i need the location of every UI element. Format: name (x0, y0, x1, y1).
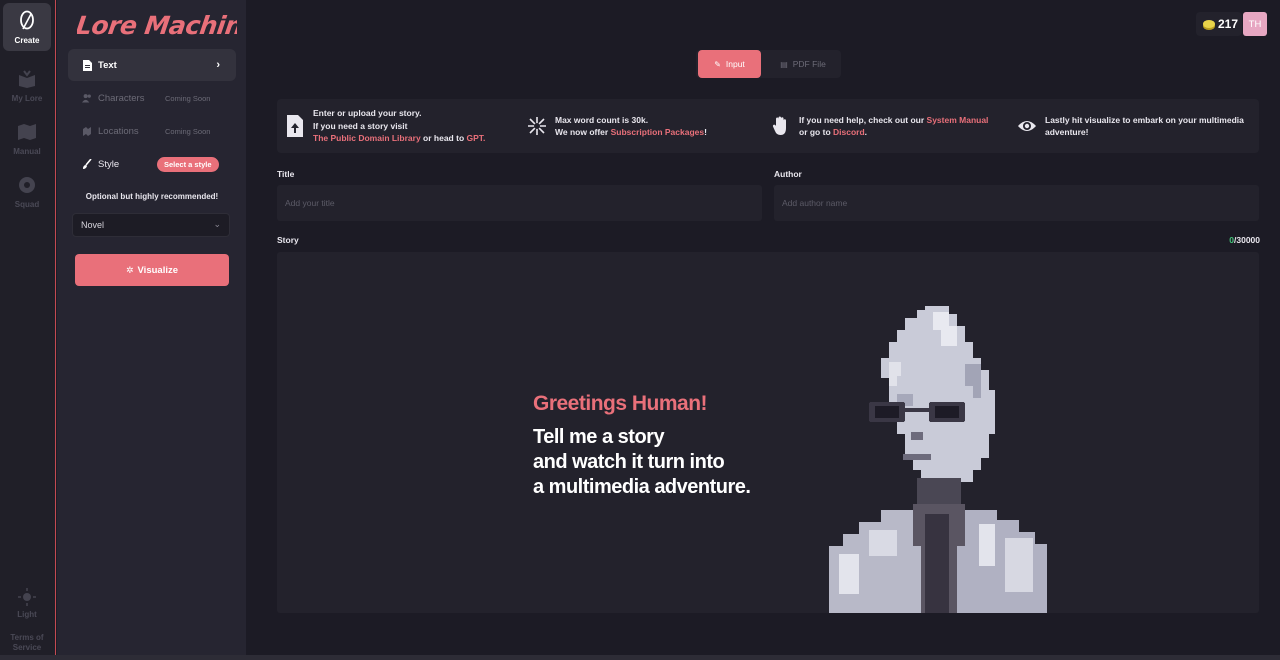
book-icon (16, 68, 38, 90)
menu-characters[interactable]: Characters Coming Soon (68, 82, 236, 114)
terms-link[interactable]: Terms of Service (0, 633, 54, 653)
discord-link[interactable]: Discord (833, 127, 865, 137)
upload-mid: or head to (420, 133, 467, 144)
info-help: If you need help, check out our System M… (771, 99, 988, 153)
system-manual-link[interactable]: System Manual (927, 115, 989, 125)
style-select[interactable]: Novel ⌄ (72, 213, 230, 237)
menu-style[interactable]: Style Select a style (68, 148, 236, 180)
coming-soon-badge: Coming Soon (165, 126, 211, 136)
help-line2: or go to (799, 127, 833, 137)
users-icon (82, 92, 92, 104)
visualize-button[interactable]: ✲ Visualize (75, 254, 229, 286)
words-line1: Max word count is 30k. (555, 114, 649, 125)
visualize-line2: adventure! (1045, 127, 1089, 137)
story-textarea[interactable]: Greetings Human! Tell me a story and wat… (277, 252, 1259, 613)
gear-badge-icon (16, 174, 38, 196)
coming-soon-badge: Coming Soon (165, 93, 211, 103)
tab-input[interactable]: ✎ Input (698, 50, 761, 78)
hero-tagline: Tell me a story and watch it turn into a… (533, 425, 751, 500)
author-input[interactable]: Add author name (774, 185, 1259, 221)
words-end: ! (704, 127, 707, 137)
pixel-alien-illustration (829, 306, 1047, 613)
title-label: Title (277, 169, 295, 179)
optional-note: Optional but highly recommended! (85, 192, 219, 201)
credits-value: 217 (1218, 17, 1239, 31)
sparkle-icon: ✲ (125, 264, 134, 275)
info-visualize: Lastly hit visualize to embark on your m… (1017, 99, 1244, 153)
rail-label: Squad (14, 199, 40, 209)
menu-text[interactable]: Text › (68, 49, 236, 81)
words-line2: We now offer (555, 127, 611, 137)
tab-label: PDF File (792, 59, 826, 69)
info-bar: Enter or upload your story. If you need … (277, 99, 1259, 153)
upload-icon (285, 115, 305, 137)
info-word-count: Max word count is 30k. We now offer Subs… (527, 99, 707, 153)
help-end: . (864, 127, 868, 137)
word-count-max: /30000 (1234, 235, 1260, 245)
menu-label: Text (98, 59, 117, 71)
visualize-label: Visualize (137, 264, 179, 276)
sun-icon[interactable] (17, 587, 37, 612)
word-counter: 0/30000 (1210, 235, 1260, 245)
menu-locations[interactable]: Locations Coming Soon (68, 115, 236, 147)
rail-label: Create (14, 35, 40, 45)
title-input[interactable]: Add your title (277, 185, 762, 221)
rail-manual[interactable]: Manual (3, 114, 51, 162)
upload-line2: If you need a story visit (313, 120, 408, 131)
gpt-link[interactable]: GPT. (467, 133, 486, 143)
quill-icon (16, 10, 38, 32)
hero-line: Tell me a story (533, 426, 665, 448)
eye-icon (1017, 115, 1037, 137)
lore-machine-logo: Lore Machine (74, 6, 261, 42)
sidebar: Lore Machine Text › Characters Coming So… (57, 0, 261, 660)
rail-create[interactable]: Create (3, 3, 51, 51)
map-icon (16, 121, 38, 143)
rail-label: Manual (13, 146, 41, 156)
select-style-badge[interactable]: Select a style (157, 156, 219, 172)
hero-line: a multimedia adventure. (533, 476, 751, 498)
story-label: Story (277, 235, 299, 245)
upload-line1: Enter or upload your story. (313, 108, 422, 119)
hero-line: and watch it turn into (533, 451, 725, 473)
pencil-icon: ✎ (714, 59, 721, 69)
tab-label: Input (725, 59, 745, 69)
rail-squad[interactable]: Squad (3, 167, 51, 215)
help-line1: If you need help, check out our (799, 114, 927, 125)
coin-icon (1203, 20, 1215, 28)
credits-counter[interactable]: 217 (1196, 12, 1242, 36)
rail-label: My Lore (11, 93, 43, 103)
style-select-value: Novel (81, 220, 105, 230)
avatar[interactable]: TH (1243, 12, 1267, 36)
menu-label: Characters (98, 92, 145, 104)
menu-label: Locations (98, 125, 139, 137)
chevron-right-icon: › (216, 59, 220, 71)
subscription-link[interactable]: Subscription Packages (611, 127, 705, 137)
pin-icon (82, 125, 92, 137)
chevron-down-icon: ⌄ (213, 219, 221, 229)
burst-icon (527, 115, 547, 137)
public-domain-link[interactable]: The Public Domain Library (313, 133, 421, 143)
document-icon (82, 59, 92, 71)
brush-icon (82, 158, 92, 170)
info-upload: Enter or upload your story. If you need … (285, 99, 485, 153)
input-mode-tabs: ✎ Input ▤ PDF File (696, 50, 841, 78)
menu-label: Style (98, 158, 120, 170)
visualize-line1: Lastly hit visualize to embark on your m… (1045, 114, 1244, 125)
light-toggle-label[interactable]: Light (0, 610, 54, 620)
hand-icon (771, 115, 791, 137)
author-label: Author (774, 169, 802, 179)
rail-my-lore[interactable]: My Lore (3, 61, 51, 109)
left-rail: Create My Lore Manual Squad Light Terms … (0, 0, 56, 660)
tab-pdf-file[interactable]: ▤ PDF File (768, 50, 838, 78)
svg-text:Lore Machine: Lore Machine (77, 11, 237, 40)
footer-bar (0, 655, 1280, 660)
file-icon: ▤ (780, 59, 788, 69)
hero-greeting: Greetings Human! (533, 392, 708, 415)
